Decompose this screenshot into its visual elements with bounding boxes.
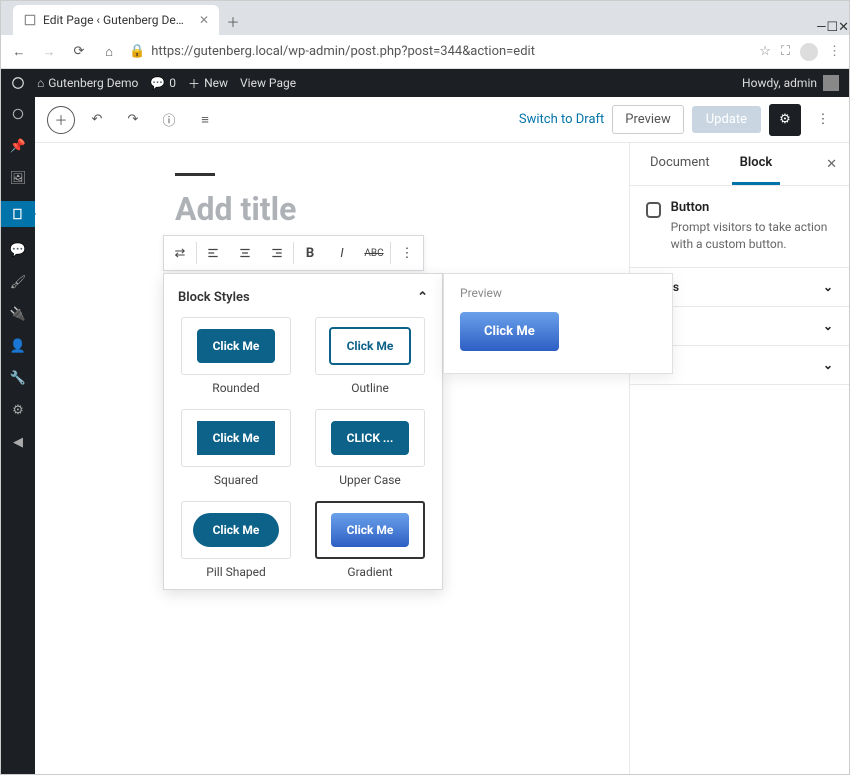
add-block-button[interactable]: ＋	[47, 106, 75, 134]
nav-reload-icon[interactable]: ⟳	[69, 44, 89, 59]
sidebar-close-icon[interactable]: ✕	[826, 157, 837, 172]
block-more-icon[interactable]: ⋮	[391, 237, 423, 269]
bold-icon[interactable]: B	[294, 237, 326, 269]
comments-icon[interactable]: 💬	[9, 241, 27, 259]
style-option-uppercase[interactable]: CLICK ... Upper Case	[312, 409, 428, 487]
avatar-icon[interactable]	[823, 75, 839, 91]
align-left-icon[interactable]	[197, 237, 229, 269]
style-option-rounded[interactable]: Click Me Rounded	[178, 317, 294, 395]
lock-icon: 🔒	[129, 44, 145, 59]
browser-tab-strip: Edit Page ‹ Gutenberg Demo — W ✕ ＋ — ☐ ✕	[1, 1, 849, 35]
italic-icon[interactable]: I	[326, 237, 358, 269]
url-text: https://gutenberg.local/wp-admin/post.ph…	[151, 44, 535, 59]
new-label: New	[204, 76, 228, 90]
settings-gear-button[interactable]: ⚙	[769, 104, 801, 136]
posts-icon[interactable]: 📌	[9, 137, 27, 155]
style-preview-popover: Preview Click Me	[443, 273, 673, 374]
block-styles-heading: Block Styles	[178, 290, 250, 305]
home-icon: ⌂	[37, 76, 44, 90]
close-tab-icon[interactable]: ✕	[199, 13, 209, 27]
settings-icon[interactable]: ⚙	[9, 401, 27, 419]
align-center-icon[interactable]	[229, 237, 261, 269]
nav-home-icon[interactable]: ⌂	[99, 44, 119, 60]
preview-button-sample: Click Me	[460, 312, 559, 351]
style-option-squared[interactable]: Click Me Squared	[178, 409, 294, 487]
nav-forward-icon[interactable]: →	[39, 44, 59, 60]
editor-toolbar: ＋ ↶ ↷ ⓘ ≡ Switch to Draft Preview Update…	[35, 97, 849, 143]
block-styles-panel: Block Styles ⌃ Click Me Rounded Click Me…	[163, 273, 443, 590]
comment-icon: 💬	[150, 76, 165, 90]
plus-icon: ＋	[188, 75, 200, 92]
chevron-down-icon: ⌄	[823, 319, 833, 333]
info-button[interactable]: ⓘ	[155, 106, 183, 134]
wp-admin-bar: ⌂ Gutenberg Demo 💬 0 ＋ New View Page How…	[1, 69, 849, 97]
browser-tab[interactable]: Edit Page ‹ Gutenberg Demo — W ✕	[13, 5, 219, 35]
star-icon[interactable]: ☆	[759, 44, 771, 59]
view-page-link[interactable]: View Page	[240, 76, 296, 90]
style-option-gradient[interactable]: Click Me Gradient	[312, 501, 428, 579]
wp-admin-menu: 📌 🖼 💬 🖌 🔌 👤 🔧 ⚙ ◀	[1, 97, 35, 774]
preview-title: Preview	[460, 286, 656, 300]
undo-button[interactable]: ↶	[83, 106, 111, 134]
tools-icon[interactable]: 🔧	[9, 369, 27, 387]
post-title-placeholder[interactable]: Add title	[175, 190, 629, 228]
align-right-icon[interactable]	[261, 237, 293, 269]
menu-icon[interactable]: ⋮	[828, 44, 841, 59]
transform-block-icon[interactable]: ⇄	[164, 237, 196, 269]
window-maximize-icon[interactable]: ☐	[826, 20, 838, 35]
new-link[interactable]: ＋ New	[188, 75, 228, 92]
plugins-icon[interactable]: 🔌	[9, 305, 27, 323]
tab-title: Edit Page ‹ Gutenberg Demo — W	[43, 13, 193, 27]
more-options-button[interactable]: ⋮	[809, 106, 837, 134]
favicon-icon	[23, 13, 37, 27]
comments-link[interactable]: 💬 0	[150, 76, 176, 90]
comments-count: 0	[169, 76, 176, 90]
chevron-up-icon[interactable]: ⌃	[417, 290, 428, 305]
chevron-down-icon: ⌄	[823, 280, 833, 294]
outline-button[interactable]: ≡	[191, 106, 219, 134]
site-name-label: Gutenberg Demo	[48, 76, 138, 90]
chevron-down-icon: ⌄	[823, 358, 833, 372]
block-info-panel: Button Prompt visitors to take action wi…	[630, 186, 849, 268]
nav-back-icon[interactable]: ←	[9, 44, 29, 60]
block-toolbar: ⇄ B I ABC ⋮	[163, 235, 424, 271]
pages-icon[interactable]	[1, 201, 35, 227]
settings-sidebar: Document Block ✕ Button Prompt visitors …	[629, 143, 849, 774]
switch-to-draft-link[interactable]: Switch to Draft	[519, 112, 604, 127]
site-name-link[interactable]: ⌂ Gutenberg Demo	[37, 76, 138, 90]
block-name: Button	[671, 200, 833, 215]
block-description: Prompt visitors to take action with a cu…	[671, 219, 833, 253]
editor-canvas[interactable]: Add title ⇄ B I ABC ⋮	[35, 143, 629, 774]
redo-button[interactable]: ↷	[119, 106, 147, 134]
new-tab-button[interactable]: ＋	[219, 7, 247, 35]
collapse-menu-icon[interactable]: ◀	[9, 433, 27, 451]
url-box[interactable]: 🔒 https://gutenberg.local/wp-admin/post.…	[129, 44, 749, 59]
window-minimize-icon[interactable]: —	[816, 20, 826, 35]
users-icon[interactable]: 👤	[9, 337, 27, 355]
button-block-icon	[646, 202, 661, 218]
update-button[interactable]: Update	[692, 106, 761, 133]
window-close-icon[interactable]: ✕	[838, 20, 849, 35]
tab-block[interactable]: Block	[732, 143, 781, 185]
title-accent	[175, 173, 215, 176]
appearance-icon[interactable]: 🖌	[9, 273, 27, 291]
preview-button[interactable]: Preview	[612, 105, 683, 134]
address-bar: ← → ⟳ ⌂ 🔒 https://gutenberg.local/wp-adm…	[1, 35, 849, 69]
style-option-pill[interactable]: Click Me Pill Shaped	[178, 501, 294, 579]
tab-document[interactable]: Document	[642, 143, 718, 185]
style-option-outline[interactable]: Click Me Outline	[312, 317, 428, 395]
media-icon[interactable]: 🖼	[9, 169, 27, 187]
extension-icon[interactable]: ⛶	[781, 44, 790, 59]
wp-logo-icon[interactable]	[11, 76, 25, 90]
strikethrough-icon[interactable]: ABC	[358, 237, 390, 269]
profile-icon[interactable]	[800, 43, 818, 61]
dashboard-icon[interactable]	[9, 105, 27, 123]
howdy-text[interactable]: Howdy, admin	[742, 76, 817, 90]
